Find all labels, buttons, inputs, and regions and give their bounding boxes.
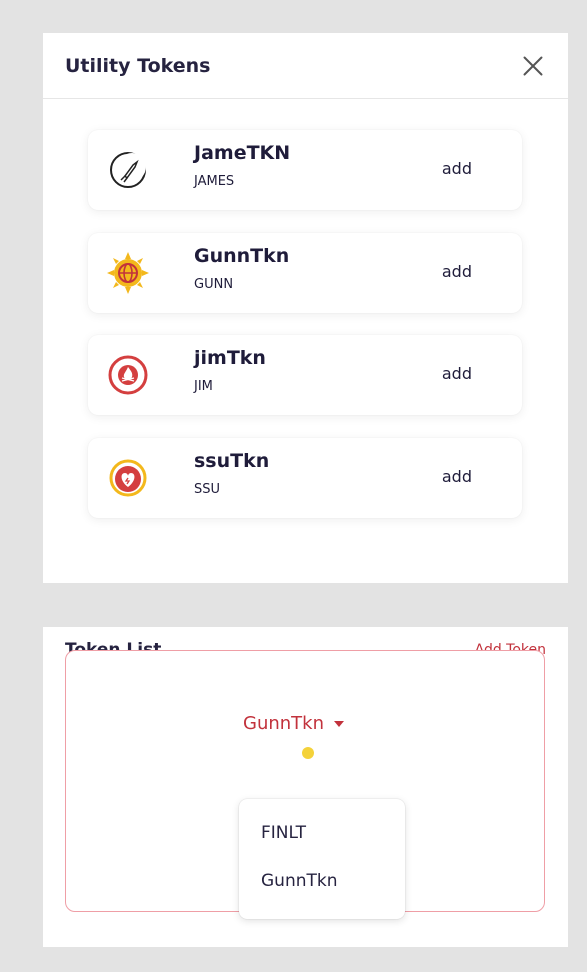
token-card-jimtkn[interactable]: jimTkn JIM add <box>88 335 522 415</box>
utility-tokens-modal: Utility Tokens JameTKN JAMES add GunnTkn… <box>43 33 568 583</box>
modal-title: Utility Tokens <box>65 54 211 77</box>
token-select-value: GunnTkn <box>243 713 324 734</box>
token-symbol: JIM <box>194 379 213 394</box>
crescent-rocket-icon <box>110 152 146 188</box>
token-symbol: JAMES <box>194 174 235 189</box>
dropdown-option-finlt[interactable]: FINLT <box>261 823 306 843</box>
token-name: JameTKN <box>194 142 291 164</box>
caret-down-icon <box>334 720 344 727</box>
token-card-gunntkn[interactable]: GunnTkn GUNN add <box>88 233 522 313</box>
token-name: jimTkn <box>194 347 266 369</box>
token-name: ssuTkn <box>194 450 270 472</box>
token-name: GunnTkn <box>194 245 290 267</box>
modal-header: Utility Tokens <box>43 33 568 99</box>
sun-globe-icon <box>107 252 149 294</box>
token-list-box: GunnTkn FINLT GunnTkn <box>65 650 545 919</box>
divider-strip <box>43 605 568 627</box>
add-token-button[interactable]: add <box>442 159 472 178</box>
heart-circle-icon <box>109 459 147 497</box>
token-list-panel: Token List Add Token GunnTkn FINLT GunnT… <box>43 605 568 947</box>
token-icon <box>302 747 314 759</box>
token-card-ssutkn[interactable]: ssuTkn SSU add <box>88 438 522 518</box>
token-card-jametkn[interactable]: JameTKN JAMES add <box>88 130 522 210</box>
add-token-button[interactable]: add <box>442 262 472 281</box>
add-token-button[interactable]: add <box>442 467 472 486</box>
token-symbol: SSU <box>194 482 221 497</box>
token-select[interactable]: GunnTkn <box>243 713 344 734</box>
close-icon[interactable] <box>520 53 546 79</box>
add-token-button[interactable]: add <box>442 364 472 383</box>
token-dropdown-menu: FINLT GunnTkn <box>239 799 405 919</box>
dropdown-option-gunntkn[interactable]: GunnTkn <box>261 871 338 891</box>
token-symbol: GUNN <box>194 277 234 292</box>
fire-circle-icon <box>108 355 148 395</box>
